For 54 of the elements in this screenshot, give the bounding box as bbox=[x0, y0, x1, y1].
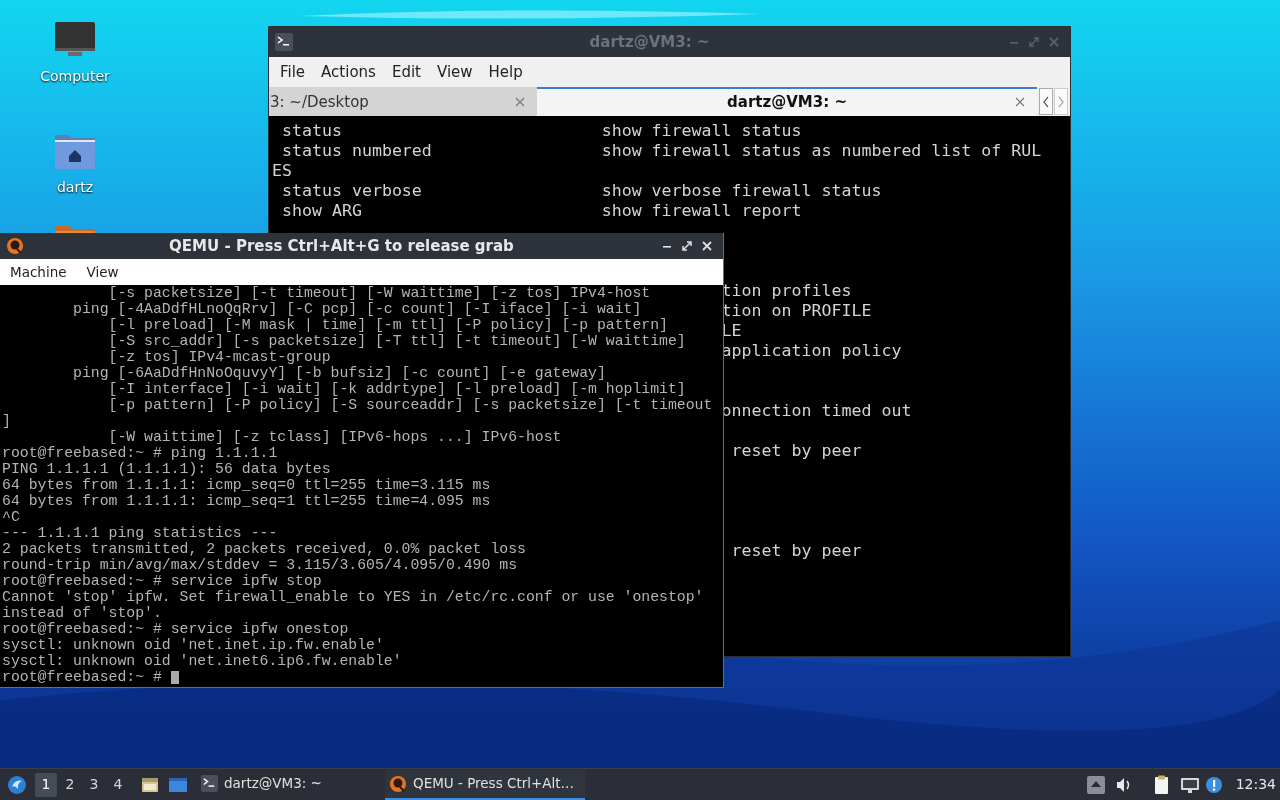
menu-item[interactable]: File bbox=[273, 60, 313, 84]
window-title: QEMU - Press Ctrl+Alt+G to release grab bbox=[168, 235, 515, 257]
terminal-line: tion on PROFILE bbox=[721, 301, 872, 321]
terminal-line: application policy bbox=[721, 341, 902, 361]
terminal-line: root@freebased:~ # service ipfw stop bbox=[2, 573, 322, 589]
terminal-line: root@freebased:~ # bbox=[2, 669, 163, 685]
terminal-line: root@freebased:~ # ping 1.1.1.1 bbox=[2, 445, 278, 461]
terminal-line: [-S src_addr] [-s packetsize] [-T ttl] [-t timeout] [-W waittime] bbox=[107, 333, 686, 349]
terminal-line: status verbose show verbose firewall status bbox=[282, 181, 882, 201]
terminal-line: 64 bytes from 1.1.1.1: icmp_seq=1 ttl=255 time=4.095 ms bbox=[2, 493, 491, 509]
window-title: dartz@VM3: ~ bbox=[588, 31, 711, 53]
terminal-line: sysctl: unknown oid 'net.inet.ip.fw.enable' bbox=[2, 637, 384, 653]
terminal-line: reset by peer bbox=[731, 441, 862, 461]
workspace-button[interactable]: 3 bbox=[83, 772, 105, 797]
terminal-line: Cannot 'stop' ipfw. Set firewall_enable to YES in /etc/rc.conf or use 'onestop' bbox=[2, 589, 704, 605]
terminal-line: ES bbox=[272, 161, 292, 181]
menu-item[interactable]: Help bbox=[481, 60, 530, 84]
tab[interactable]: 3: ~/Desktop bbox=[269, 87, 537, 116]
terminal-line: [-z tos] IPv4-mcast-group bbox=[107, 349, 331, 365]
terminal-line: --- 1.1.1.1 ping statistics --- bbox=[2, 525, 278, 541]
terminal-line: sysctl: unknown oid 'net.inet6.ip6.fw.enable' bbox=[2, 653, 402, 669]
workspace-button[interactable]: 4 bbox=[107, 772, 129, 797]
terminal-line: 2 packets transmitted, 2 packets received, 0.0% packet loss bbox=[2, 541, 526, 557]
terminal-line: ping [-4AaDdfHLnoQqRrv] [-C pcp] [-c count] [-I iface] [-i wait] bbox=[72, 301, 642, 317]
terminal-line: onnection timed out bbox=[721, 401, 912, 421]
terminal-line: [-l preload] [-M mask | time] [-m ttl] [-P policy] [-p pattern] bbox=[107, 317, 668, 333]
terminal-line: ping [-6AaDdfHnNoOquvyY] [-b bufsiz] [-c count] [-e gateway] bbox=[72, 365, 606, 381]
terminal-line: [-s packetsize] [-t timeout] [-W waittime] [-z tos] IPv4-host bbox=[107, 285, 651, 301]
terminal-line: [-p pattern] [-P policy] [-S sourceaddr] [-s packetsize] [-t timeout bbox=[107, 397, 713, 413]
menu-item[interactable]: Edit bbox=[384, 60, 428, 84]
taskbar-button[interactable]: dartz@VM3: ~ bbox=[197, 769, 377, 800]
terminal-line: [-I interface] [-i wait] [-k addrtype] [-l preload] [-m hoplimit] bbox=[107, 381, 686, 397]
terminal-line: 64 bytes from 1.1.1.1: icmp_seq=0 ttl=255 time=3.115 ms bbox=[2, 477, 491, 493]
terminal-line: show ARG show firewall report bbox=[282, 201, 802, 221]
terminal-line: round-trip min/avg/max/stddev = 3.115/3.605/4.095/0.490 ms bbox=[2, 557, 517, 573]
terminal-line: [-W waittime] [-z tclass] [IPv6-hops ...] IPv6-host bbox=[107, 429, 562, 445]
terminal-line: reset by peer bbox=[731, 541, 862, 561]
tab[interactable]: dartz@VM3: ~ bbox=[537, 87, 1037, 116]
terminal-line: ^C bbox=[2, 509, 20, 525]
menu-item[interactable]: View bbox=[429, 60, 480, 84]
menu-item[interactable]: Machine bbox=[4, 261, 73, 283]
workspace-button[interactable]: 2 bbox=[59, 772, 81, 797]
menu-item[interactable]: Actions bbox=[314, 60, 383, 84]
terminal-line: PING 1.1.1.1 (1.1.1.1): 56 data bytes bbox=[2, 461, 331, 477]
clock[interactable]: 12:34 bbox=[1235, 774, 1276, 795]
terminal-line: status show firewall status bbox=[282, 121, 802, 141]
terminal-line: ] bbox=[2, 413, 11, 429]
menu-item[interactable]: View bbox=[80, 261, 125, 283]
workspace-button[interactable]: 1 bbox=[35, 772, 57, 797]
terminal-line: root@freebased:~ # service ipfw onestop bbox=[2, 621, 349, 637]
terminal-line: instead of 'stop'. bbox=[2, 605, 162, 621]
terminal-line: tion profiles bbox=[721, 281, 852, 301]
taskbar-button[interactable]: QEMU - Press Ctrl+Alt… bbox=[385, 769, 585, 800]
terminal-line: status numbered show firewall status as numbered list of RUL bbox=[282, 141, 1042, 161]
